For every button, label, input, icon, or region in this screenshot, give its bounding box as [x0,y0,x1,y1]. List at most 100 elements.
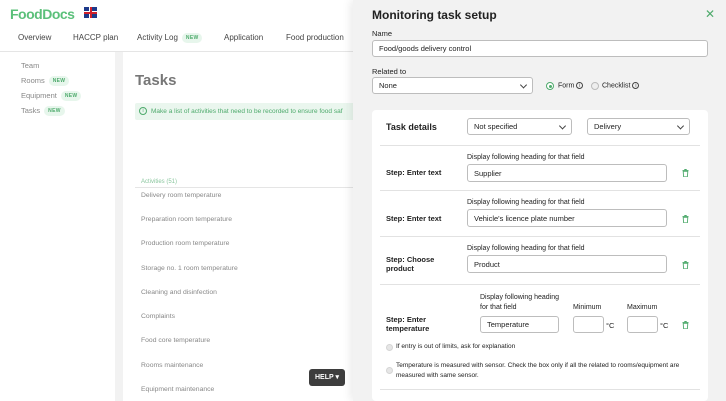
close-icon[interactable]: ✕ [705,7,715,21]
info-text: Make a list of activities that need to b… [151,108,343,115]
sensor-label: Temperature is measured with sensor. Che… [396,362,680,379]
step-label: Step: Choose product [386,255,435,273]
info-icon: i [139,107,147,115]
related-to-label: Related to [372,67,407,76]
heading-label: Display following heading for that field [467,199,585,206]
select-value: Not specified [474,122,518,131]
sidebar-item-rooms[interactable]: Rooms NEW [21,76,70,87]
nav-label: Application [224,33,264,42]
sensor-checkbox[interactable] [386,367,393,374]
nav-label: Overview [18,33,52,42]
ask-explanation-checkbox[interactable] [386,344,393,351]
input-value: Supplier [474,168,502,178]
form-radio-label: Form i [558,82,584,90]
nav-label: HACCP plan [73,33,119,42]
step-label: Step: Enter text [386,168,442,177]
input-value: Vehicle's licence plate number [474,213,575,223]
ask-explanation-label: If entry is out of limits, ask for expla… [396,343,516,350]
step-heading-input[interactable]: Product [467,255,667,273]
divider [380,284,700,285]
heading-label: Display following heading for that field [467,154,585,161]
unit-label: °C [660,321,669,330]
nav-label: Food production [286,33,344,42]
maximum-input[interactable] [627,316,658,333]
divider [380,145,700,146]
minimum-label: Minimum [573,304,602,311]
checklist-radio-label: Checklist i [602,82,640,90]
monitoring-task-panel: Monitoring task setup ✕ Name Food/goods … [353,0,726,401]
task-details-card: Task details Not specified Delivery Disp… [372,110,708,401]
sidebar-item-tasks[interactable]: Tasks NEW [21,106,65,117]
language-flag-icon[interactable] [84,7,97,18]
activity-item[interactable]: Complaints [141,313,175,320]
select-value: Delivery [594,122,622,131]
sidebar-item-label: Equipment [21,91,57,100]
sidebar-item-label: Rooms [21,76,45,85]
new-badge: NEW [60,91,82,102]
trash-icon[interactable] [682,169,689,177]
chevron-down-icon [558,121,567,130]
new-badge: NEW [44,106,65,117]
step-label: Step: Enter temperature [386,315,430,333]
name-label: Name [372,29,393,38]
task-details-title: Task details [386,122,437,132]
activity-item[interactable]: Cleaning and disinfection [141,289,217,296]
heading-label: Display following heading for that field [480,294,559,311]
nav-activity-log[interactable]: Activity Log NEW [137,33,203,43]
temperature-heading-input[interactable]: Temperature [480,316,559,333]
new-badge: NEW [181,33,203,43]
input-value: Product [474,259,500,269]
unit-label: °C [606,321,615,330]
task-details-select-2[interactable]: Delivery [587,118,690,135]
name-input[interactable]: Food/goods delivery control [372,40,708,57]
checklist-radio[interactable] [591,82,599,90]
app-logo[interactable]: FoodDocs [10,6,75,22]
divider [380,190,700,191]
activity-item[interactable]: Production room temperature [141,240,229,247]
related-to-select[interactable]: None [372,77,533,94]
maximum-label: Maximum [627,304,658,311]
sidebar-separator [115,52,123,401]
divider [380,389,700,390]
activity-item[interactable]: Rooms maintenance [141,362,203,369]
trash-icon[interactable] [682,215,689,223]
checklist-label-text: Checklist [602,82,631,90]
trash-icon[interactable] [682,261,689,269]
task-details-select-1[interactable]: Not specified [467,118,572,135]
info-icon[interactable]: i [576,82,584,89]
minimum-input[interactable] [573,316,604,333]
activity-item[interactable]: Storage no. 1 room temperature [141,265,238,272]
step-heading-input[interactable]: Supplier [467,164,667,182]
trash-icon[interactable] [682,321,689,329]
step-label: Step: Enter text [386,214,442,223]
activities-count-label: Activities (51) [141,179,178,185]
activity-item[interactable]: Food core temperature [141,337,210,344]
help-button[interactable]: HELP ▾ [309,369,345,386]
activity-item[interactable]: Delivery room temperature [141,192,221,199]
form-label-text: Form [558,82,575,90]
input-value: Temperature [487,320,530,329]
sidebar-item-label: Tasks [21,106,41,115]
nav-application[interactable]: Application [224,33,263,42]
heading-label: Display following heading for that field [467,245,585,252]
activity-item[interactable]: Preparation room temperature [141,216,232,223]
step-heading-input[interactable]: Vehicle's licence plate number [467,209,667,227]
nav-overview[interactable]: Overview [18,33,51,42]
chevron-down-icon [519,80,528,89]
sidebar-item-equipment[interactable]: Equipment NEW [21,91,82,102]
nav-label: Activity Log [137,33,178,43]
activities-divider [135,187,355,188]
form-radio[interactable] [546,82,554,90]
divider [380,236,700,237]
new-badge: NEW [48,76,70,87]
sidebar-item-label: Team [21,61,40,70]
page-title: Tasks [135,72,177,89]
related-to-value: None [379,81,397,90]
sidebar: Team Rooms NEW Equipment NEW Tasks NEW [0,52,115,401]
activity-item[interactable]: Equipment maintenance [141,386,214,393]
sidebar-item-team[interactable]: Team [21,61,39,70]
info-icon[interactable]: i [632,82,640,89]
nav-food-production[interactable]: Food production [286,33,344,42]
name-value: Food/goods delivery control [379,44,472,53]
nav-haccp-plan[interactable]: HACCP plan [73,33,118,42]
